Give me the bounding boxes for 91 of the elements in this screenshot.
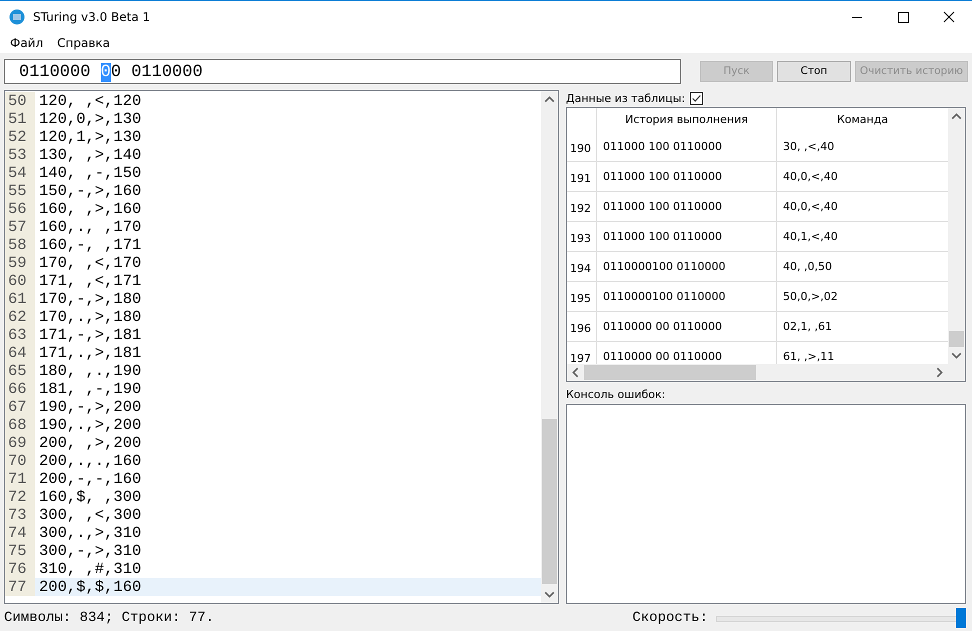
- code-line: 180, ,.,190: [38, 362, 142, 380]
- row-number: 194: [569, 261, 592, 277]
- code-line: 181, ,-,190: [38, 380, 142, 398]
- code-line: 200,.,.,160: [38, 452, 142, 470]
- line-number: 54: [5, 164, 35, 182]
- code-line: 120, ,<,120: [38, 92, 142, 110]
- code-line: 171,.,>,181: [38, 344, 142, 362]
- option-label: Данные из таблицы:: [566, 92, 686, 105]
- line-number: 70: [5, 452, 35, 470]
- code-line: 171, ,<,171: [38, 272, 142, 290]
- line-number: 58: [5, 236, 35, 254]
- code-line: 150,-,>,160: [38, 182, 142, 200]
- line-number: 64: [5, 344, 35, 362]
- menu-item[interactable]: Файл: [3, 36, 50, 50]
- code-line: 171,-,>,181: [38, 326, 142, 344]
- code-line: 170, ,<,170: [38, 254, 142, 272]
- table-cell: 011000 100 0110000: [596, 192, 776, 221]
- code-line: 310, ,#,310: [38, 560, 142, 578]
- line-number: 77: [5, 578, 35, 596]
- line-number: 74: [5, 524, 35, 542]
- row-number: 193: [569, 231, 592, 247]
- row-number: 191: [569, 171, 592, 187]
- line-number: 52: [5, 128, 35, 146]
- action-button[interactable]: Стоп: [776, 60, 851, 82]
- row-number: 192: [569, 201, 592, 217]
- window-title: STuring v3.0 Beta 1: [33, 10, 150, 24]
- code-line: 200,-,-,160: [38, 470, 142, 488]
- line-number: 57: [5, 218, 35, 236]
- horizontal-scrollbar[interactable]: [567, 364, 965, 381]
- column-header[interactable]: История выполнения: [596, 108, 776, 132]
- line-number: 50: [5, 92, 35, 110]
- menu-item[interactable]: Справка: [50, 36, 118, 50]
- code-line: 160,-, ,171: [38, 236, 142, 254]
- line-number: 53: [5, 146, 35, 164]
- code-line: 300, ,<,300: [38, 506, 142, 524]
- line-number: 75: [5, 542, 35, 560]
- line-number: 76: [5, 560, 35, 578]
- code-line: 120,1,>,130: [38, 128, 142, 146]
- table-cell: 0110000 00 0110000: [596, 312, 776, 341]
- line-number: 71: [5, 470, 35, 488]
- line-number: 67: [5, 398, 35, 416]
- line-number: 72: [5, 488, 35, 506]
- row-number: 196: [569, 321, 592, 337]
- code-line: 170,-,>,180: [38, 290, 142, 308]
- code-line: 190,.,>,200: [38, 416, 142, 434]
- code-line: 130, ,>,140: [38, 146, 142, 164]
- table-cell: 011000 100 0110000: [596, 162, 776, 191]
- line-number: 51: [5, 110, 35, 128]
- line-number: 73: [5, 506, 35, 524]
- line-number: 55: [5, 182, 35, 200]
- line-number: 65: [5, 362, 35, 380]
- code-line: 160,., ,170: [38, 218, 142, 236]
- row-number: 195: [569, 291, 592, 307]
- line-number: 60: [5, 272, 35, 290]
- app-logo-icon: [9, 9, 25, 25]
- line-number: 62: [5, 308, 35, 326]
- tape-field[interactable]: 0110000 00 0110000: [4, 58, 681, 84]
- row-number: 190: [569, 141, 592, 157]
- status-text: Символы: 834; Строки: 77.: [4, 610, 214, 626]
- code-line: 190,-,>,200: [38, 398, 142, 416]
- code-line: 300,-,>,310: [38, 542, 142, 560]
- line-number: 59: [5, 254, 35, 272]
- code-line: 160, ,>,160: [38, 200, 142, 218]
- table-cell: 0110000100 0110000: [596, 282, 776, 311]
- code-line: 120,0,>,130: [38, 110, 142, 128]
- vertical-scrollbar[interactable]: [541, 91, 558, 603]
- speed-slider[interactable]: [716, 608, 966, 628]
- row-number: 197: [569, 351, 592, 364]
- line-number: 68: [5, 416, 35, 434]
- code-line: 200, ,>,200: [38, 434, 142, 452]
- console-label: Консоль ошибок:: [566, 388, 666, 403]
- code-line: 140, ,-,150: [38, 164, 142, 182]
- speed-label: Скорость:: [632, 610, 708, 626]
- table-cell: 011000 100 0110000: [596, 132, 776, 161]
- checkbox[interactable]: [690, 92, 704, 105]
- code-line: 300,.,>,310: [38, 524, 142, 542]
- table-cell: 011000 100 0110000: [596, 222, 776, 251]
- line-number: 69: [5, 434, 35, 452]
- code-line: 170,.,>,180: [38, 308, 142, 326]
- table-cell: 0110000100 0110000: [596, 252, 776, 281]
- code-line: 160,$, ,300: [38, 488, 142, 506]
- table-vertical-scrollbar[interactable]: [948, 108, 965, 364]
- line-number: 66: [5, 380, 35, 398]
- scroll-thumb[interactable]: [584, 365, 756, 380]
- line-number: 56: [5, 200, 35, 218]
- scroll-thumb[interactable]: [949, 331, 964, 347]
- scroll-thumb[interactable]: [542, 419, 557, 584]
- code-editor[interactable]: [4, 90, 559, 604]
- line-number: 63: [5, 326, 35, 344]
- slider-thumb[interactable]: [956, 608, 966, 628]
- line-number: 61: [5, 290, 35, 308]
